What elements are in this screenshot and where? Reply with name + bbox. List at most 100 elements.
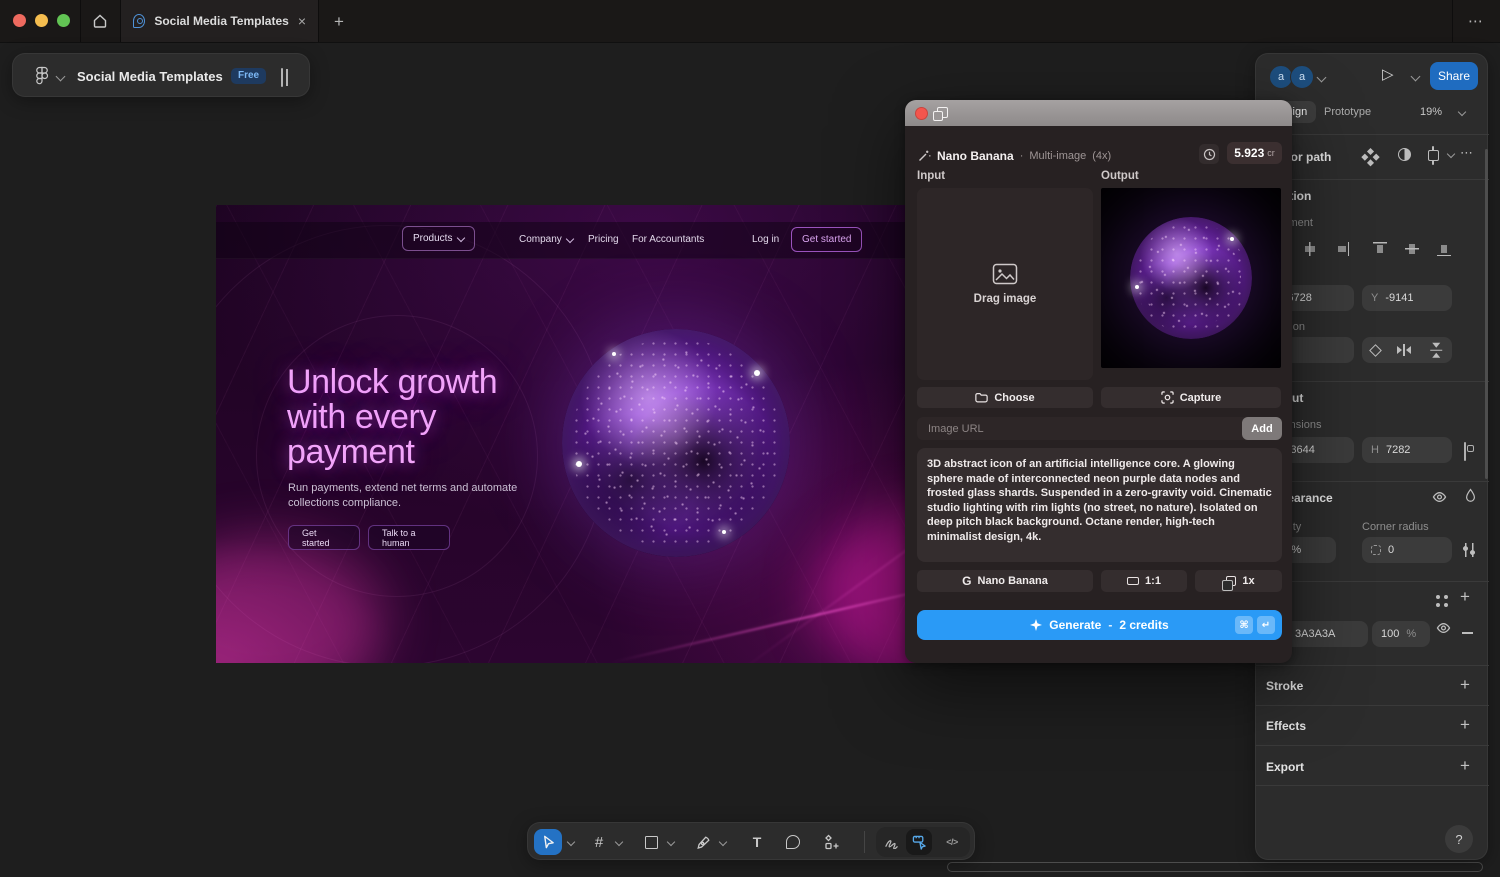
constrain-proportions-icon[interactable]: [1464, 442, 1466, 461]
mask-icon[interactable]: [1398, 148, 1411, 161]
add-effect-button[interactable]: +: [1454, 714, 1476, 736]
align-h-center-button[interactable]: [1296, 237, 1324, 261]
dev-mode-code-button[interactable]: </>: [938, 829, 966, 855]
pen-tool-chevron-icon[interactable]: [719, 838, 727, 846]
flip-horizontal-icon[interactable]: [1397, 344, 1412, 356]
flip-vertical-icon[interactable]: [1430, 343, 1442, 358]
hero-primary-button[interactable]: Get started: [288, 525, 360, 550]
frame-tool-chevron-icon[interactable]: [615, 838, 623, 846]
hero-secondary-button[interactable]: Talk to a human: [368, 525, 450, 550]
hero-subtext: Run payments, extend net terms and autom…: [288, 481, 517, 511]
comment-bubble-icon: [786, 835, 800, 849]
model-selector-button[interactable]: G Nano Banana: [917, 570, 1093, 592]
nav-company-menu[interactable]: Company: [519, 234, 573, 245]
hero-primary-label: Get started: [302, 528, 346, 548]
image-count-button[interactable]: 1x: [1195, 570, 1282, 592]
prompt-textarea[interactable]: 3D abstract icon of an artificial intell…: [917, 448, 1282, 562]
corner-radius-field[interactable]: 0: [1362, 537, 1452, 563]
image-url-input[interactable]: [926, 422, 1242, 436]
y-position-field[interactable]: Y -9141: [1362, 285, 1452, 311]
pen-icon: [696, 835, 711, 850]
share-button[interactable]: Share: [1430, 62, 1478, 90]
new-tab-button[interactable]: +: [330, 12, 348, 30]
image-drop-zone[interactable]: Drag image: [917, 188, 1093, 380]
traffic-close-button[interactable]: [13, 14, 26, 27]
capture-icon: [1161, 391, 1174, 404]
comment-tool-button[interactable]: [782, 831, 804, 853]
open-in-new-window-icon[interactable]: [937, 107, 948, 118]
generate-button[interactable]: Generate - 2 credits ⌘ ↵: [917, 610, 1282, 640]
history-button[interactable]: [1199, 144, 1219, 164]
nav-get-started-button[interactable]: Get started: [791, 227, 862, 252]
align-v-center-button[interactable]: [1398, 237, 1426, 261]
chevron-down-icon: [457, 233, 465, 241]
blend-droplet-icon[interactable]: [1464, 488, 1477, 508]
align-right-button[interactable]: [1328, 237, 1356, 261]
avatar[interactable]: a: [1290, 65, 1314, 89]
horizontal-scrollbar[interactable]: [947, 862, 1483, 872]
actions-tool-button[interactable]: [820, 831, 844, 853]
aspect-ratio-button[interactable]: 1:1: [1101, 570, 1187, 592]
window-overflow-menu[interactable]: ⋯: [1463, 13, 1489, 29]
wand-icon: [917, 149, 931, 163]
inspect-tool-button[interactable]: [906, 829, 932, 855]
traffic-zoom-button[interactable]: [57, 14, 70, 27]
nav-login-link[interactable]: Log in: [752, 234, 779, 245]
document-title[interactable]: Social Media Templates: [77, 69, 223, 84]
fill-visibility-eye-icon[interactable]: [1436, 621, 1451, 640]
plan-badge: Free: [231, 68, 266, 84]
nav-accountants-link[interactable]: For Accountants: [632, 234, 704, 245]
rotate-icon[interactable]: [1369, 344, 1382, 357]
fill-opacity-field[interactable]: 100 %: [1372, 621, 1430, 647]
copy-actions-chevron-icon[interactable]: [1447, 150, 1455, 158]
create-component-icon[interactable]: [1367, 148, 1374, 155]
image-url-row: Add: [917, 417, 1282, 440]
panel-scrollbar[interactable]: [1485, 149, 1488, 479]
independent-corners-icon[interactable]: [1463, 543, 1475, 557]
add-fill-button[interactable]: +: [1454, 586, 1476, 608]
nav-pricing-link[interactable]: Pricing: [588, 234, 619, 245]
selection-overflow-menu[interactable]: ⋯: [1460, 146, 1474, 159]
main-menu-chevron-icon[interactable]: [56, 72, 66, 82]
draw-tool-button[interactable]: [878, 829, 904, 855]
tab-close-icon[interactable]: ×: [298, 14, 306, 28]
shape-tool-chevron-icon[interactable]: [667, 838, 675, 846]
collaborators-chevron-icon[interactable]: [1317, 73, 1327, 83]
file-favicon-icon: [133, 14, 145, 28]
add-url-button[interactable]: Add: [1242, 417, 1282, 440]
add-export-button[interactable]: +: [1454, 755, 1476, 777]
help-button[interactable]: ?: [1445, 825, 1473, 853]
present-options-chevron-icon[interactable]: [1411, 72, 1421, 82]
nav-products-menu[interactable]: Products: [402, 226, 475, 251]
traffic-minimize-button[interactable]: [35, 14, 48, 27]
home-button[interactable]: [90, 12, 110, 30]
frame-tool-button[interactable]: #: [588, 831, 610, 853]
tab-prototype[interactable]: Prototype: [1324, 106, 1371, 118]
figma-logo-icon[interactable]: [35, 66, 49, 91]
visibility-eye-icon[interactable]: [1432, 490, 1447, 509]
present-button[interactable]: ▷: [1382, 67, 1394, 82]
file-tab[interactable]: Social Media Templates ×: [121, 0, 318, 42]
zoom-chevron-icon[interactable]: [1458, 108, 1466, 116]
choose-image-button[interactable]: Choose: [917, 387, 1093, 408]
copy-actions-icon[interactable]: [1432, 146, 1434, 165]
align-top-button[interactable]: [1366, 237, 1394, 261]
remove-fill-icon[interactable]: [1462, 632, 1473, 634]
move-tool-chevron-icon[interactable]: [567, 838, 575, 846]
text-tool-button[interactable]: T: [746, 831, 768, 853]
toggle-sidebar-button[interactable]: [281, 68, 283, 87]
plugin-titlebar[interactable]: [905, 100, 1292, 126]
output-image[interactable]: [1101, 188, 1281, 368]
sphere-glint: [576, 461, 582, 467]
shape-tool-button[interactable]: [640, 831, 662, 853]
plugin-mode[interactable]: Multi-image: [1029, 150, 1086, 162]
move-tool-button[interactable]: [534, 829, 562, 855]
pen-tool-button[interactable]: [692, 831, 714, 853]
zoom-level[interactable]: 19%: [1420, 106, 1442, 118]
align-bottom-button[interactable]: [1430, 237, 1458, 261]
plugin-close-button[interactable]: [915, 107, 928, 120]
add-stroke-button[interactable]: +: [1454, 674, 1476, 696]
capture-button[interactable]: Capture: [1101, 387, 1281, 408]
height-field[interactable]: H 7282: [1362, 437, 1452, 463]
fill-styles-icon[interactable]: [1436, 595, 1440, 599]
